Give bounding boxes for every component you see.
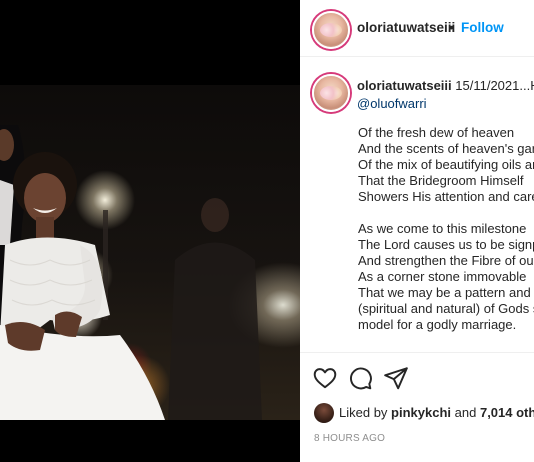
caption-line: Of the fresh dew of heaven	[358, 125, 515, 140]
caption-first-line: oloriatuwatseiii 15/11/2021...Ha	[357, 78, 534, 93]
post-timestamp[interactable]: 8 HOURS AGO	[314, 433, 385, 444]
likes-conjunction: and	[454, 405, 477, 420]
post-side-panel: oloriatuwatseiii • Follow oloriatuwatsei…	[300, 0, 534, 462]
separator-dot: •	[449, 19, 454, 35]
caption-line: As a corner stone immovable	[358, 269, 527, 284]
caption-username-link[interactable]: oloriatuwatseiii	[357, 78, 452, 93]
post-actions: Liked by pinkykchi and 7,014 other 8 HOU…	[300, 352, 534, 462]
post-photo[interactable]	[0, 85, 300, 420]
caption-line: The Lord causes us to be signpo	[358, 237, 534, 252]
likes-count-link[interactable]: 7,014 other	[480, 405, 534, 420]
caption-line: Of the mix of beautifying oils an	[358, 157, 534, 172]
follow-button[interactable]: Follow	[461, 20, 504, 35]
caption-line: And strengthen the Fibre of our	[358, 253, 534, 268]
header-username-link[interactable]: oloriatuwatseiii	[357, 20, 455, 35]
caption-line: Showers His attention and care	[358, 189, 534, 204]
caption-line: (spiritual and natural) of Gods st	[358, 301, 534, 316]
share-icon[interactable]	[383, 365, 409, 391]
comment-icon[interactable]	[347, 365, 373, 391]
post-media-pane	[0, 0, 300, 462]
liker-username-link[interactable]: pinkykchi	[391, 405, 451, 420]
avatar-image	[320, 86, 342, 100]
caption-avatar[interactable]	[312, 74, 350, 112]
caption-date-text: 15/11/2021...Ha	[455, 78, 534, 93]
likes-text: Liked by pinkykchi and 7,014 other	[339, 405, 534, 420]
heart-icon[interactable]	[312, 365, 338, 391]
header-avatar[interactable]	[312, 11, 350, 49]
caption-line: And the scents of heaven's gard	[358, 141, 534, 156]
caption-line: That we may be a pattern and e	[358, 285, 534, 300]
post-header: oloriatuwatseiii • Follow	[300, 0, 534, 57]
likes-prefix: Liked by	[339, 405, 388, 420]
caption-mention-link[interactable]: @oluofwarri	[357, 96, 427, 111]
avatar-image	[320, 23, 342, 37]
wedding-couple-illustration	[0, 125, 262, 420]
caption-line: model for a godly marriage.	[358, 317, 517, 332]
caption-line: That the Bridegroom Himself	[358, 173, 524, 188]
caption-line: As we come to this milestone	[358, 221, 527, 236]
liker-avatar[interactable]	[314, 403, 334, 423]
